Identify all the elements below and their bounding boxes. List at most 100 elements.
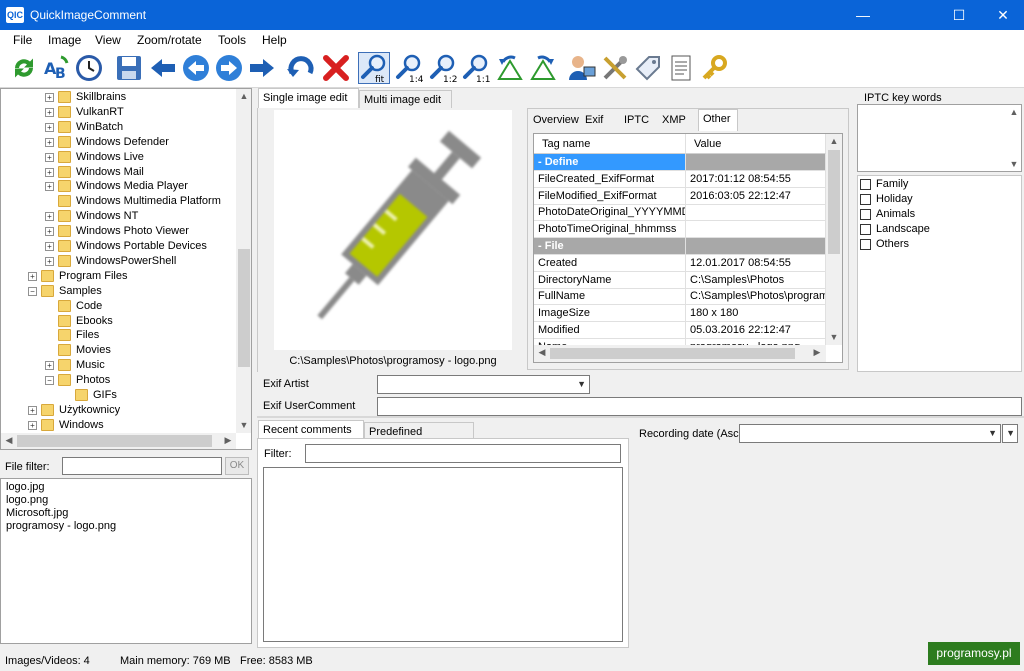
grid-scroll-up-icon[interactable]: ▲: [826, 136, 842, 146]
save-button[interactable]: [113, 52, 145, 84]
file-filter-input[interactable]: [62, 457, 222, 475]
tree-hscroll-thumb[interactable]: [17, 435, 212, 447]
grid-row[interactable]: DirectoryName C:\Samples\Photos: [534, 271, 826, 289]
file-item[interactable]: Microsoft.jpg: [6, 507, 68, 520]
menu-tools[interactable]: Tools: [218, 33, 246, 47]
grid-row[interactable]: Created 12.01.2017 08:54:55: [534, 254, 826, 272]
scroll-left-icon[interactable]: ◀: [4, 435, 14, 446]
recording-date-combobox[interactable]: ▼: [739, 424, 1001, 443]
tree-item[interactable]: + Windows Media Player: [1, 179, 235, 194]
grid-row[interactable]: PhotoDateOriginal_YYYYMMDD: [534, 204, 826, 222]
tree-item[interactable]: GIFs: [1, 388, 235, 403]
tree-item[interactable]: + WindowsPowerShell: [1, 254, 235, 269]
minimize-button[interactable]: —: [840, 0, 886, 30]
tab-overview[interactable]: Overview: [529, 111, 579, 131]
tree-item[interactable]: + VulkanRT: [1, 105, 235, 120]
expand-icon[interactable]: +: [45, 137, 54, 147]
tree-item[interactable]: + Windows Portable Devices: [1, 239, 235, 254]
expand-icon[interactable]: +: [45, 212, 54, 222]
file-list[interactable]: logo.jpg logo.png Microsoft.jpg programo…: [0, 478, 252, 644]
chevron-down-icon[interactable]: ▼: [577, 379, 586, 389]
tree-scroll-thumb[interactable]: [238, 249, 250, 367]
expand-icon[interactable]: +: [45, 122, 54, 132]
menu-image[interactable]: Image: [48, 33, 81, 47]
comment-filter-input[interactable]: [305, 444, 621, 463]
comments-list[interactable]: [263, 467, 623, 642]
zoom-half-button[interactable]: 1:2: [427, 52, 459, 84]
close-window-button[interactable]: ✕: [980, 0, 1024, 30]
next-image-button[interactable]: [213, 52, 245, 84]
grid-vertical-scrollbar[interactable]: ▲ ▼: [826, 134, 842, 345]
expand-icon[interactable]: +: [28, 405, 37, 415]
grid-row[interactable]: FileCreated_ExifFormat 2017:01:12 08:54:5…: [534, 170, 826, 188]
tree-item[interactable]: Ebooks: [1, 314, 235, 329]
tree-item[interactable]: + Windows Defender: [1, 135, 235, 150]
expand-icon[interactable]: +: [45, 256, 54, 266]
checkbox[interactable]: [860, 179, 871, 190]
grid-row[interactable]: FullNameC:\Samples\Photos\programosy - l…: [534, 288, 826, 306]
tree-item[interactable]: + WinBatch: [1, 120, 235, 135]
iptc-scroll-down-icon[interactable]: ▼: [1009, 159, 1019, 169]
menu-file[interactable]: File: [13, 33, 32, 47]
clock-button[interactable]: [73, 52, 105, 84]
tree-item[interactable]: + Windows NT: [1, 209, 235, 224]
zoom-full-button[interactable]: 1:1: [460, 52, 492, 84]
maximize-button[interactable]: ☐: [936, 0, 982, 30]
tree-item[interactable]: − Photos: [1, 373, 235, 388]
menu-view[interactable]: View: [95, 33, 121, 47]
tree-horizontal-scrollbar[interactable]: ◀ ▶: [1, 433, 236, 449]
grid-row[interactable]: PhotoTimeOriginal_hhmmss: [534, 221, 826, 239]
tab-multi-image-edit[interactable]: Multi image edit: [359, 90, 452, 110]
grid-scroll-thumb[interactable]: [828, 150, 840, 254]
expand-icon[interactable]: +: [45, 152, 54, 162]
tree-item[interactable]: + Windows Live: [1, 150, 235, 165]
tree-item[interactable]: + Program Files: [1, 269, 235, 284]
rotate-right-button[interactable]: [527, 52, 559, 84]
folder-tree[interactable]: + Skillbrains + VulkanRT + WinBatch + Windows D…: [0, 88, 252, 450]
column-header-tag-name[interactable]: Tag name: [534, 134, 686, 154]
tree-item[interactable]: Code: [1, 299, 235, 314]
grid-row[interactable]: Modified 05.03.2016 22:12:47: [534, 322, 826, 339]
expand-icon[interactable]: +: [45, 167, 54, 177]
collapse-icon[interactable]: −: [28, 286, 37, 296]
tree-item[interactable]: + Windows Mail: [1, 165, 235, 180]
tree-vertical-scrollbar[interactable]: ▲ ▼: [236, 89, 251, 433]
expand-icon[interactable]: +: [28, 420, 37, 430]
checkbox[interactable]: [860, 224, 871, 235]
grid-row[interactable]: FileModified_ExifFormat 2016:03:05 22:12:…: [534, 187, 826, 205]
tab-xmp[interactable]: XMP: [658, 111, 694, 131]
grid-scroll-down-icon[interactable]: ▼: [826, 332, 842, 342]
tree-item[interactable]: Movies: [1, 343, 235, 358]
checkbox[interactable]: [860, 239, 871, 250]
refresh-button[interactable]: [8, 52, 40, 84]
exif-usercomment-input[interactable]: [377, 397, 1022, 416]
file-item[interactable]: logo.png: [6, 494, 48, 507]
checkbox[interactable]: [860, 209, 871, 220]
tab-iptc[interactable]: IPTC: [620, 111, 656, 131]
tools-button[interactable]: [599, 52, 631, 84]
first-image-button[interactable]: [147, 52, 179, 84]
rename-button[interactable]: AB: [40, 52, 72, 84]
delete-button[interactable]: [320, 52, 352, 84]
tab-exif[interactable]: Exif: [581, 111, 617, 131]
tab-single-image-edit[interactable]: Single image edit: [258, 88, 359, 108]
file-item[interactable]: programosy - logo.png: [6, 520, 116, 533]
tree-item[interactable]: Windows Multimedia Platform: [1, 194, 235, 209]
iptc-scroll-up-icon[interactable]: ▲: [1009, 107, 1019, 117]
menu-zoom-rotate[interactable]: Zoom/rotate: [137, 33, 202, 47]
tree-item[interactable]: Files: [1, 328, 235, 343]
expand-icon[interactable]: +: [45, 242, 54, 251]
tab-other[interactable]: Other: [698, 109, 738, 131]
expand-icon[interactable]: +: [45, 93, 54, 102]
exif-artist-combobox[interactable]: ▼: [377, 375, 590, 394]
checkbox[interactable]: [860, 194, 871, 205]
column-header-value[interactable]: Value: [686, 134, 826, 154]
menu-help[interactable]: Help: [262, 33, 287, 47]
file-item[interactable]: logo.jpg: [6, 481, 45, 494]
recording-date-extra-dropdown[interactable]: ▼: [1002, 424, 1018, 443]
grid-section-row[interactable]: - File: [534, 238, 826, 255]
tree-item[interactable]: + Windows: [1, 418, 235, 433]
file-filter-ok-button[interactable]: OK: [225, 457, 249, 475]
scroll-right-icon[interactable]: ▶: [223, 435, 233, 446]
tree-item[interactable]: + Skillbrains: [1, 90, 235, 105]
